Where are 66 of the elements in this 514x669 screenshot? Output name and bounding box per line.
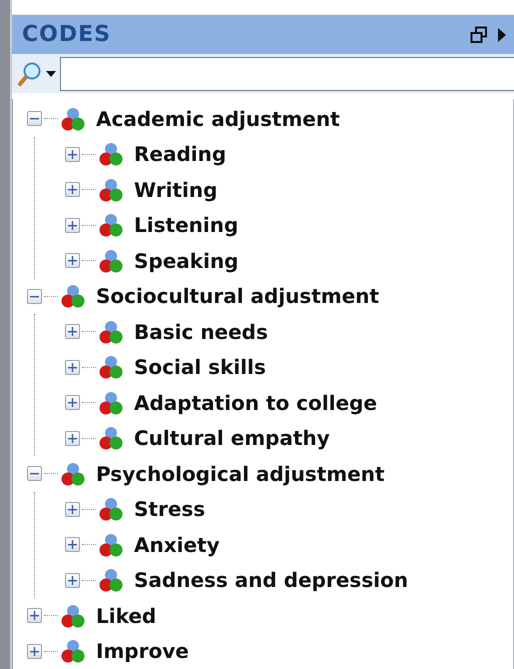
plus-icon <box>68 576 77 585</box>
code-label[interactable]: Psychological adjustment <box>96 462 385 486</box>
code-label[interactable]: Speaking <box>134 248 238 273</box>
plus-icon <box>30 611 39 620</box>
code-icon <box>98 567 124 594</box>
code-label[interactable]: Basic needs <box>134 320 268 344</box>
code-icon <box>98 354 124 380</box>
code-icon <box>98 496 124 522</box>
code-icon <box>98 141 124 168</box>
plus-icon <box>68 540 77 550</box>
code-label[interactable]: Sociocultural adjustment <box>96 284 380 308</box>
expand-toggle[interactable] <box>65 537 80 552</box>
code-icon <box>60 638 86 664</box>
code-label[interactable]: Stress <box>134 497 206 522</box>
expand-toggle[interactable] <box>27 608 42 624</box>
code-icon <box>98 532 124 558</box>
collapse-toggle[interactable] <box>27 111 42 126</box>
expand-toggle[interactable] <box>65 218 80 233</box>
code-icon <box>60 602 86 629</box>
plus-icon <box>68 504 77 514</box>
expand-toggle[interactable] <box>65 430 80 446</box>
code-label[interactable]: Listening <box>134 213 238 238</box>
expand-toggle[interactable] <box>65 502 80 517</box>
code-icon <box>98 248 124 274</box>
expand-toggle[interactable] <box>27 644 42 659</box>
code-icon <box>60 283 86 310</box>
code-label[interactable]: Writing <box>134 178 218 202</box>
expand-toggle[interactable] <box>65 324 80 340</box>
code-icon <box>98 176 124 203</box>
code-icon <box>98 212 124 238</box>
code-label[interactable]: Anxiety <box>134 532 220 557</box>
plus-icon <box>68 434 77 443</box>
expand-toggle[interactable] <box>65 572 80 588</box>
code-icon <box>98 390 124 416</box>
dropdown-caret-icon[interactable] <box>46 70 56 76</box>
code-label[interactable]: Adaptation to college <box>134 390 378 415</box>
code-icon <box>98 318 124 345</box>
plus-icon <box>68 220 77 230</box>
restore-icon[interactable] <box>470 26 488 44</box>
expand-toggle[interactable] <box>65 395 80 410</box>
code-label[interactable]: Academic adjustment <box>96 106 340 131</box>
arrow-right-icon[interactable] <box>498 28 506 42</box>
code-label[interactable]: Reading <box>134 142 226 166</box>
code-icon <box>98 425 124 452</box>
code-label[interactable]: Improve <box>96 639 189 664</box>
code-icon <box>60 460 86 487</box>
plus-icon <box>68 256 77 266</box>
expand-toggle[interactable] <box>65 182 80 198</box>
code-label[interactable]: Sadness and depression <box>134 568 408 592</box>
plus-icon <box>68 185 77 194</box>
panel-title: CODES <box>22 22 112 47</box>
plus-icon <box>68 362 77 372</box>
search-field[interactable] <box>60 56 514 90</box>
plus-icon <box>30 646 39 656</box>
expand-toggle[interactable] <box>65 253 80 268</box>
plus-icon <box>68 150 77 159</box>
expand-toggle[interactable] <box>65 146 80 162</box>
code-label[interactable]: Liked <box>96 604 156 628</box>
plus-icon <box>68 398 77 408</box>
code-label[interactable]: Cultural empathy <box>134 426 330 450</box>
collapse-toggle[interactable] <box>27 288 42 304</box>
expand-toggle[interactable] <box>65 360 80 375</box>
code-icon <box>60 106 86 132</box>
plus-icon <box>68 327 77 336</box>
collapse-toggle[interactable] <box>27 466 42 482</box>
code-label[interactable]: Social skills <box>134 355 266 380</box>
